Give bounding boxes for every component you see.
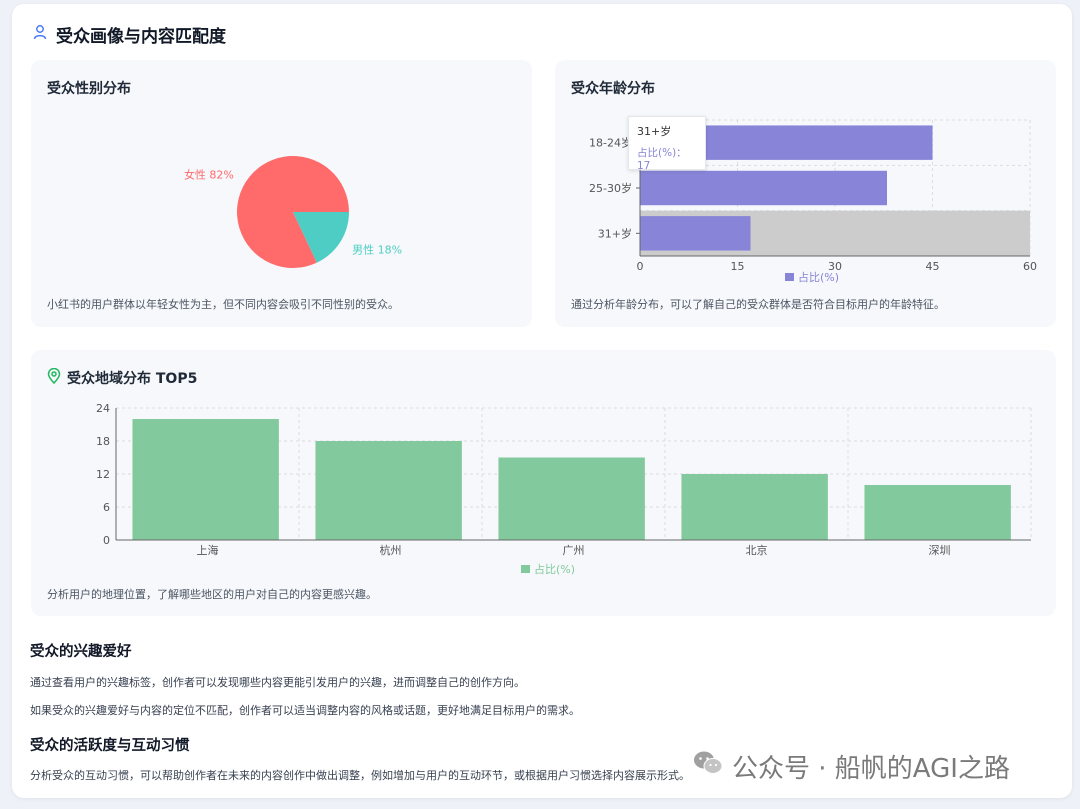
region-legend-label: 占比(%) — [534, 562, 575, 576]
tooltip-line: 占比(%)：17 — [637, 147, 687, 172]
interest-title: 受众的兴趣爱好 — [30, 644, 132, 660]
gender-panel: 受众性别分布 女性 82% 男性 18% 小红书的用户群体以年轻女性为主，但不同内… — [31, 60, 532, 327]
region-y-tick: 18 — [96, 435, 110, 448]
wechat-icon — [692, 749, 724, 784]
region-bar-3 — [681, 474, 828, 540]
interest-p1: 通过查看用户的兴趣标签，创作者可以发现哪些内容更能引发用户的兴趣，进而调整自己的… — [30, 676, 525, 689]
region-legend-swatch — [521, 565, 530, 573]
interest-p2: 如果受众的兴趣爱好与内容的定位不匹配，创作者可以适当调整内容的风格或话题，更好地… — [30, 704, 580, 717]
pie-label-0: 女性 82% — [184, 167, 234, 181]
region-y-tick: 24 — [96, 402, 110, 415]
watermark: 公众号 · 船帆的AGI之路 — [692, 748, 1010, 785]
age-y-tick: 25-30岁 — [589, 181, 632, 195]
gender-desc: 小红书的用户群体以年轻女性为主，但不同内容会吸引不同性别的受众。 — [47, 298, 399, 311]
age-title: 受众年龄分布 — [571, 81, 655, 97]
watermark-text: 公众号 · 船帆的AGI之路 — [732, 754, 1010, 784]
region-x-tick: 深圳 — [929, 544, 951, 557]
region-bar-4 — [864, 485, 1011, 540]
age-panel: 受众年龄分布 0 15 30 45 60 18-24岁 25-30岁 31+岁 占比(%) 31… — [555, 60, 1056, 327]
age-x-tick: 45 — [926, 260, 940, 273]
age-legend-swatch — [785, 273, 794, 281]
region-x-tick: 广州 — [563, 544, 585, 557]
age-tooltip: 31+岁 占比(%)：17 — [628, 116, 706, 172]
region-title-text: 受众地域分布 TOP5 — [67, 371, 198, 387]
tooltip-title: 31+岁 — [637, 125, 672, 138]
gender-pie-chart[interactable]: 女性 82% 男性 18% — [31, 120, 532, 320]
age-bar-1 — [640, 170, 887, 206]
age-bar-2 — [640, 216, 751, 251]
region-desc: 分析用户的地理位置，了解哪些地区的用户对自己的内容更感兴趣。 — [47, 588, 377, 601]
region-x-tick: 北京 — [746, 543, 768, 557]
audience-profile-card: 受众画像与内容匹配度 受众性别分布 女性 82% 男性 18% 小红书的用户群体以… — [12, 4, 1072, 798]
age-y-tick: 31+岁 — [598, 226, 632, 240]
age-legend-label: 占比(%) — [798, 270, 839, 284]
page-title-text: 受众画像与内容匹配度 — [56, 27, 226, 47]
region-y-tick: 6 — [103, 501, 110, 514]
page-title: 受众画像与内容匹配度 — [32, 22, 226, 47]
region-x-tick: 杭州 — [380, 543, 402, 557]
region-title: 受众地域分布 TOP5 — [47, 367, 198, 388]
location-pin-icon — [47, 367, 61, 388]
age-x-tick: 60 — [1023, 260, 1037, 273]
age-x-tick: 0 — [637, 260, 644, 273]
activity-title: 受众的活跃度与互动习惯 — [30, 738, 190, 754]
activity-p1: 分析受众的互动习惯，可以帮助创作者在未来的内容创作中做出调整，例如增加与用户的互… — [30, 769, 690, 782]
gender-title: 受众性别分布 — [47, 81, 131, 97]
region-y-tick: 0 — [103, 534, 110, 547]
region-x-tick: 上海 — [197, 543, 219, 557]
pie-label-1: 男性 18% — [352, 243, 402, 257]
age-x-tick: 15 — [731, 260, 745, 273]
age-desc: 通过分析年龄分布，可以了解自己的受众群体是否符合目标用户的年龄特征。 — [571, 298, 945, 311]
region-bar-2 — [498, 457, 645, 540]
user-icon — [32, 24, 48, 45]
age-y-tick: 18-24岁 — [589, 136, 632, 150]
region-bar-1 — [315, 441, 462, 540]
region-bar-chart[interactable]: 0 6 12 18 24 上海 杭州 广州 北京 深圳占比(%) — [31, 398, 1056, 578]
region-bar-0 — [132, 419, 279, 540]
region-panel: 受众地域分布 TOP5 0 6 12 18 24 上海 杭州 广州 北京 深圳占比(%) 分析用户… — [31, 350, 1056, 616]
region-y-tick: 12 — [96, 468, 110, 481]
